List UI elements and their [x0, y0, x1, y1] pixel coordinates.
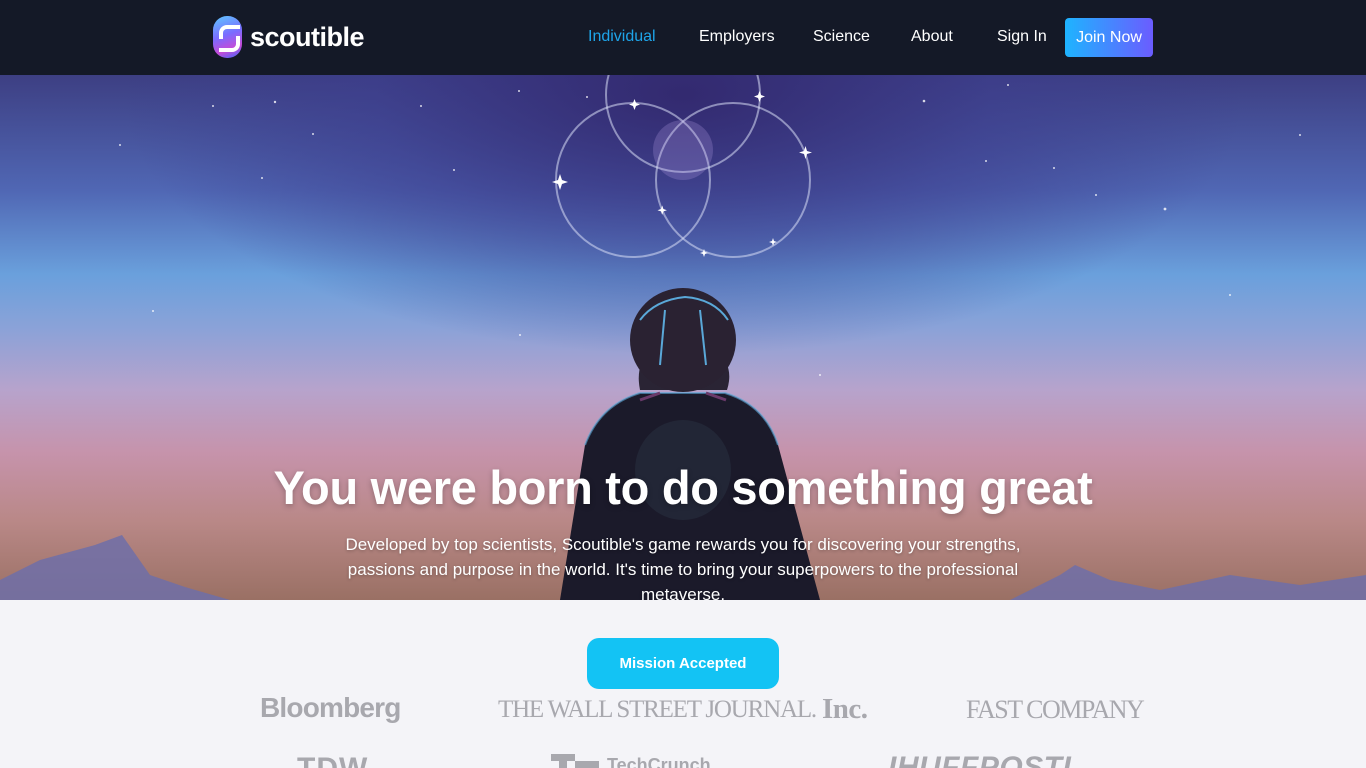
nav-link-science[interactable]: Science	[813, 28, 870, 46]
press-logo-tdw: TDW	[297, 752, 368, 768]
hero-illustration	[0, 75, 1366, 600]
techcrunch-wordmark: TechCrunch	[607, 754, 711, 768]
hero-section: You were born to do something great Deve…	[0, 75, 1366, 600]
join-now-button[interactable]: Join Now	[1065, 18, 1153, 57]
nav-link-employers[interactable]: Employers	[699, 28, 775, 46]
press-logo-fast-company: FAST COMPANY	[966, 695, 1145, 724]
mountain-left	[0, 535, 230, 600]
press-logo-bloomberg: Bloomberg	[260, 692, 401, 723]
techcrunch-icon	[551, 754, 599, 768]
press-logo-techcrunch: TechCrunch	[551, 754, 711, 768]
hero-subtitle: Developed by top scientists, Scoutible's…	[345, 535, 1021, 600]
press-logo-wall-street-journal: THE WALL STREET JOURNAL.	[498, 696, 817, 723]
mission-accepted-button[interactable]: Mission Accepted	[587, 638, 779, 689]
brand-logo[interactable]: scoutible	[213, 16, 365, 58]
nav-link-individual[interactable]: Individual	[588, 28, 656, 46]
top-navigation-bar: scoutible Individual Employers Science A…	[0, 0, 1366, 75]
mountain-right	[1010, 565, 1366, 600]
scoutible-logo-icon	[213, 16, 242, 58]
press-logo-inc: Inc.	[822, 693, 868, 725]
nav-link-about[interactable]: About	[911, 28, 953, 46]
nav-link-sign-in[interactable]: Sign In	[997, 28, 1047, 46]
press-logo-huffpost: IHUFFPOSTI	[888, 751, 1072, 768]
brand-name: scoutible	[250, 21, 365, 52]
hero-title: You were born to do something great	[273, 461, 1093, 514]
